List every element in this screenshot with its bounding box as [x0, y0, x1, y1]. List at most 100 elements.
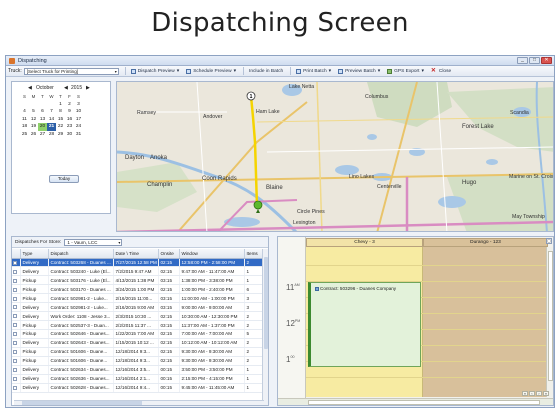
store-select[interactable]: 1 - Vaum, LCC ▾: [64, 238, 123, 246]
calendar-day[interactable]: 30: [65, 131, 74, 139]
row-checkbox[interactable]: [13, 368, 17, 372]
table-row[interactable]: Pickup Contract: 501606 - Duane... 12/18/2…: [12, 356, 265, 366]
row-checkbox[interactable]: [13, 278, 17, 283]
calendar-day[interactable]: 9: [65, 108, 74, 116]
prev-page-icon[interactable]: ‹: [529, 391, 535, 396]
table-row[interactable]: Delivery Contract: 502634 - Duanes... 12/1…: [12, 365, 265, 375]
calendar-day[interactable]: 18: [20, 123, 29, 131]
calendar-day[interactable]: 22: [56, 123, 65, 131]
calendar-day[interactable]: 6: [38, 108, 47, 116]
last-page-icon[interactable]: »: [543, 391, 549, 396]
calendar-day[interactable]: 12: [29, 116, 38, 124]
column-header[interactable]: Window: [179, 249, 245, 259]
row-checkbox[interactable]: [13, 305, 17, 310]
row-checkbox[interactable]: [13, 332, 17, 337]
column-header[interactable]: Onsite: [158, 249, 180, 259]
calendar-day[interactable]: 2: [65, 101, 74, 109]
column-header[interactable]: [12, 249, 21, 259]
table-row[interactable]: Delivery Contract: 502628 - Duanes... 12/1…: [12, 383, 265, 393]
row-checkbox[interactable]: [13, 314, 17, 319]
calendar-day[interactable]: 8: [56, 108, 65, 116]
row-checkbox[interactable]: [13, 385, 17, 390]
close-button[interactable]: ✕ Close: [431, 68, 451, 74]
vertical-scrollbar[interactable]: [262, 249, 268, 405]
maximize-button[interactable]: □: [529, 57, 540, 64]
print-batch-button[interactable]: Print Batch ▾: [296, 68, 331, 74]
scrollbar-thumb[interactable]: [264, 257, 268, 349]
table-row[interactable]: Pickup Contract: 502537-3 - Duan... 2/2/20…: [12, 320, 265, 330]
schedule-column-durango[interactable]: [423, 247, 548, 397]
next-month-button[interactable]: ▶: [86, 85, 90, 91]
today-button[interactable]: Today: [49, 175, 79, 183]
scrollbar-thumb[interactable]: [308, 400, 540, 405]
prev-month-button[interactable]: ◀: [28, 85, 32, 91]
route-map[interactable]: 1 Lake Netta Ham Lake Ramsey Andover Col…: [116, 81, 554, 232]
column-header[interactable]: Type: [20, 249, 49, 259]
close-window-button[interactable]: ✕: [541, 57, 552, 64]
calendar-day[interactable]: 19: [29, 123, 38, 131]
calendar-day[interactable]: 4: [20, 108, 29, 116]
column-header[interactable]: Items: [244, 249, 265, 259]
gps-export-button[interactable]: GPS Export ▾: [387, 68, 424, 74]
schedule-preview-button[interactable]: Schedule Preview ▾: [186, 68, 236, 74]
column-header[interactable]: Dispatch: [48, 249, 114, 259]
row-checkbox[interactable]: [13, 260, 17, 265]
schedule-horizontal-scrollbar[interactable]: [278, 398, 553, 405]
appointment-block[interactable]: Contract: 503296 - Duanes Company: [308, 282, 421, 367]
row-checkbox[interactable]: [13, 296, 17, 301]
preview-batch-button[interactable]: Preview Batch ▾: [338, 68, 380, 74]
scrollbar-thumb[interactable]: [548, 251, 553, 381]
table-row[interactable]: Pickup Contract: 503176 - Luke (El... 4/13…: [12, 275, 265, 286]
calendar-day[interactable]: 28: [47, 131, 56, 139]
truck-select[interactable]: [Select Truck for Printing] ▾: [23, 67, 119, 75]
calendar-day[interactable]: 27: [38, 131, 47, 139]
calendar-day[interactable]: 5: [29, 108, 38, 116]
table-row[interactable]: Pickup Contract: 502646 - Duanes... 1/22/2…: [12, 329, 265, 339]
calendar-day[interactable]: 3: [74, 101, 83, 109]
column-header[interactable]: Date \ Time: [113, 249, 159, 259]
scrollbar-thumb[interactable]: [22, 401, 142, 405]
minimize-button[interactable]: _: [517, 57, 528, 64]
calendar-day[interactable]: 14: [47, 116, 56, 124]
restore-view-button[interactable]: ▢: [546, 238, 552, 244]
calendar-day[interactable]: 15: [56, 116, 65, 124]
row-checkbox[interactable]: [13, 359, 17, 364]
calendar-day[interactable]: 16: [65, 116, 74, 124]
calendar-day[interactable]: 21: [47, 123, 56, 131]
table-row[interactable]: Pickup Contract: 501606 - Duane... 12/18/2…: [12, 347, 265, 357]
calendar-month[interactable]: October: [36, 85, 54, 91]
calendar-day[interactable]: 20: [38, 123, 47, 131]
prev-year-button[interactable]: ◀: [64, 85, 68, 91]
table-row[interactable]: Pickup Contract: 503170 - Duanes ... 3/24/…: [12, 284, 265, 295]
row-checkbox[interactable]: [13, 287, 17, 292]
row-checkbox[interactable]: [13, 376, 17, 381]
table-row[interactable]: Delivery Contract: 503268 - Duanes ... 7/2…: [12, 258, 265, 268]
table-row[interactable]: Delivery Contract: 503240 - Luke (El... 7/…: [12, 266, 265, 277]
row-checkbox[interactable]: [13, 323, 17, 328]
calendar-day[interactable]: 11: [20, 116, 29, 124]
first-page-icon[interactable]: «: [522, 391, 528, 396]
map-pin-icon[interactable]: [253, 200, 263, 210]
calendar-day[interactable]: 24: [74, 123, 83, 131]
calendar-day[interactable]: 25: [20, 131, 29, 139]
row-checkbox[interactable]: [13, 350, 17, 355]
row-checkbox[interactable]: [13, 341, 17, 346]
dispatch-preview-button[interactable]: Dispatch Preview ▾: [130, 68, 179, 74]
table-row[interactable]: Pickup Contract: 502981-2 - Luke... 2/16/2…: [12, 293, 265, 304]
calendar-day[interactable]: 31: [74, 131, 83, 139]
include-in-batch-button[interactable]: Include in Batch: [249, 69, 283, 74]
horizontal-scrollbar[interactable]: [14, 400, 264, 405]
calendar-day[interactable]: 23: [65, 123, 74, 131]
row-checkbox[interactable]: [13, 269, 17, 274]
calendar-year[interactable]: 2015: [71, 85, 82, 91]
calendar-day[interactable]: 13: [38, 116, 47, 124]
calendar-day[interactable]: 26: [29, 131, 38, 139]
table-row[interactable]: Delivery Contract: 502643 - Duanes... 1/15…: [12, 338, 265, 348]
table-row[interactable]: Delivery Work Order: 1108 - Jesse 3... 2/3…: [12, 311, 265, 322]
next-page-icon[interactable]: ›: [536, 391, 542, 396]
table-row[interactable]: Delivery Contract: 502981-2 - Luke... 2/16…: [12, 302, 265, 313]
calendar-day[interactable]: 10: [74, 108, 83, 116]
calendar-day[interactable]: 29: [56, 131, 65, 139]
calendar-day[interactable]: 17: [74, 116, 83, 124]
schedule-vertical-scrollbar[interactable]: [546, 247, 553, 397]
